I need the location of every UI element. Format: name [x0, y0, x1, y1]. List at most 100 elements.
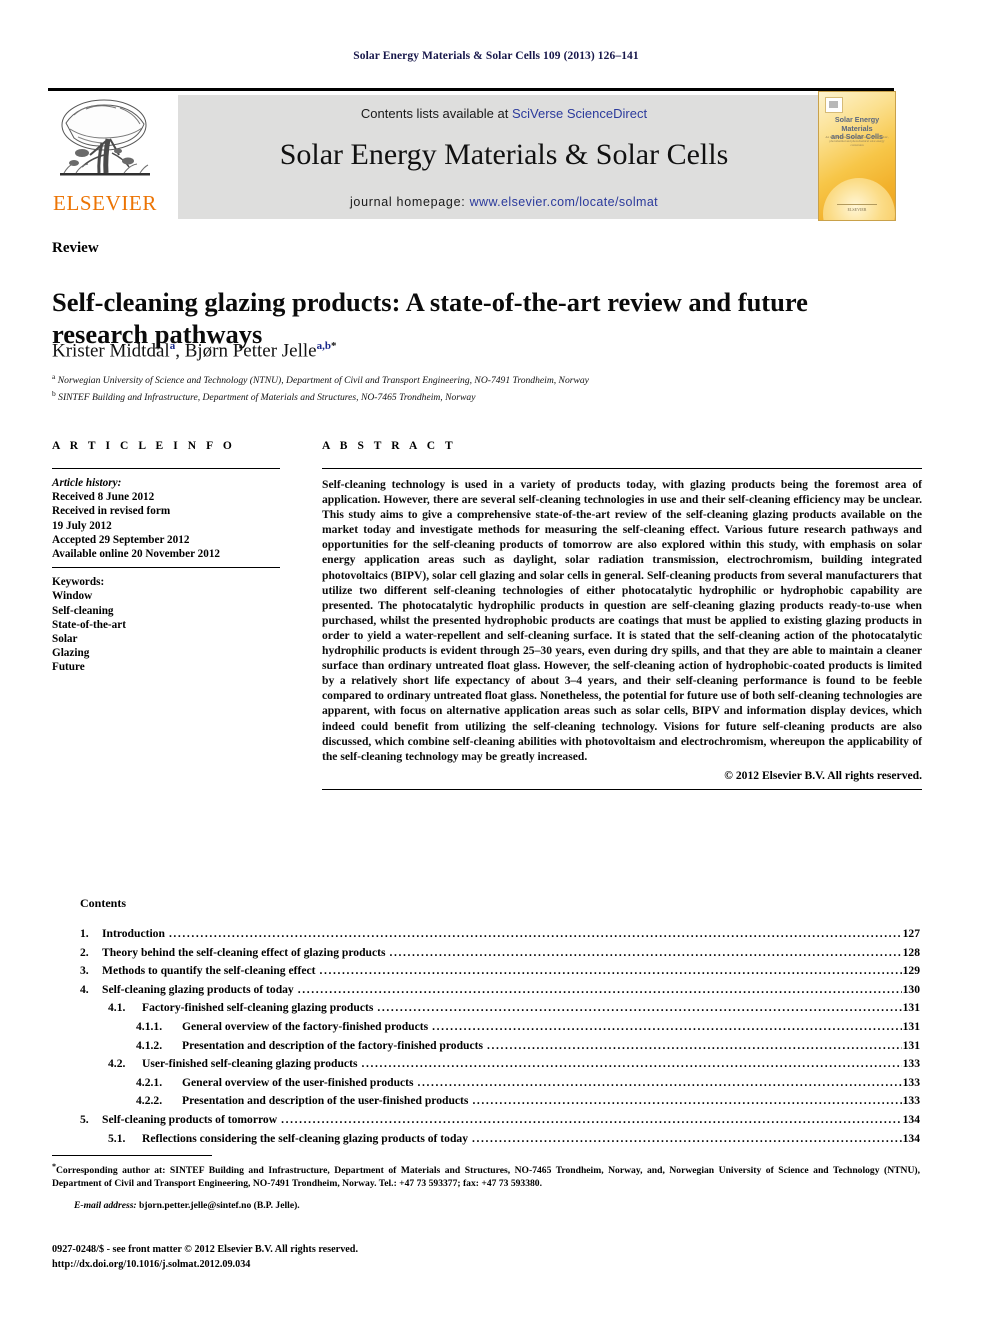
- cover-divider: [837, 204, 877, 205]
- toc-entry[interactable]: 4. Self-cleaning glazing products of toda…: [80, 981, 920, 1000]
- sciencedirect-link[interactable]: SciVerse ScienceDirect: [512, 106, 647, 121]
- article-type: Review: [52, 240, 99, 256]
- toc-entry-page: 131: [902, 1038, 920, 1052]
- toc-entry-page: 128: [902, 945, 920, 959]
- cover-footer-wordmark: ELSEVIER: [847, 207, 867, 212]
- article-history-item: 19 July 2012: [52, 519, 112, 532]
- affiliation-b: b SINTEF Building and Infrastructure, De…: [52, 387, 912, 404]
- keywords-label: Keywords:: [52, 576, 105, 589]
- journal-cover-thumbnail: Solar Energy Materials and Solar Cells A…: [818, 91, 896, 221]
- toc-leader-dots: ........................................…: [432, 1019, 901, 1033]
- toc-leader-dots: ........................................…: [377, 1001, 901, 1015]
- author-separator: ,: [175, 340, 185, 362]
- toc-entry-number: 4.1.2.: [136, 1038, 163, 1052]
- journal-article-first-page: Solar Energy Materials & Solar Cells 109…: [0, 0, 992, 1323]
- toc-leader-dots: ........................................…: [319, 964, 901, 978]
- toc-entry-number: 4.2.: [108, 1057, 126, 1071]
- doi-line[interactable]: http://dx.doi.org/10.1016/j.solmat.2012.…: [52, 1259, 250, 1270]
- toc-leader-dots: ........................................…: [472, 1094, 902, 1108]
- toc-entry-number: 3.: [80, 964, 89, 978]
- toc-entry-label: Self-cleaning glazing products of today: [102, 982, 294, 996]
- toc-leader-dots: ........................................…: [168, 927, 902, 940]
- toc-entry[interactable]: 4.2.1. General overview of the user-finis…: [80, 1074, 920, 1093]
- toc-entry-number: 4.1.: [108, 1001, 126, 1015]
- toc-entry-label: Factory-finished self-cleaning glazing p…: [142, 1001, 374, 1015]
- corresponding-author-mark: *: [330, 340, 337, 352]
- toc-entry-page: 130: [902, 982, 920, 996]
- abstract-section: A B S T R A C T Self-cleaning technology…: [322, 440, 922, 790]
- toc-entry-page: 134: [902, 1131, 920, 1145]
- toc-entry[interactable]: 4.1.1. General overview of the factory-fi…: [80, 1018, 920, 1037]
- keyword-item: Self-cleaning: [52, 604, 114, 617]
- table-of-contents: 1. Introduction..........................…: [80, 925, 920, 1148]
- toc-entry[interactable]: 5.1. Reflections considering the self-cle…: [80, 1130, 920, 1149]
- toc-entry[interactable]: 1. Introduction..........................…: [80, 925, 920, 944]
- affiliation-list: a Norwegian University of Science and Te…: [52, 370, 912, 404]
- toc-leader-dots: ........................................…: [389, 945, 902, 959]
- toc-entry[interactable]: 3. Methods to quantify the self-cleaning …: [80, 962, 920, 981]
- toc-entry[interactable]: 4.1.2. Presentation and description of th…: [80, 1037, 920, 1056]
- abstract-divider: [322, 468, 922, 469]
- elsevier-tree-icon: [52, 95, 158, 191]
- elsevier-logo: ELSEVIER: [48, 95, 162, 219]
- keyword-item: Window: [52, 590, 93, 603]
- keywords-block: Keywords: Window Self-cleaning State-of-…: [52, 575, 280, 674]
- toc-entry[interactable]: 4.1. Factory-finished self-cleaning glazi…: [80, 999, 920, 1018]
- article-history-label: Article history:: [52, 477, 122, 489]
- cover-elsevier-logo-icon: [825, 97, 843, 113]
- author-affiliation-mark-2: a,b: [316, 340, 331, 352]
- abstract-copyright: © 2012 Elsevier B.V. All rights reserved…: [724, 768, 922, 782]
- toc-leader-dots: ........................................…: [487, 1038, 902, 1052]
- toc-entry-label: User-finished self-cleaning glazing prod…: [142, 1057, 358, 1071]
- abstract-heading: A B S T R A C T: [322, 440, 457, 452]
- toc-entry-label: Introduction: [102, 927, 165, 940]
- abstract-bottom-divider: [322, 788, 922, 790]
- toc-entry[interactable]: 5. Self-cleaning products of tomorrow....…: [80, 1111, 920, 1130]
- toc-entry-label: Theory behind the self-cleaning effect o…: [102, 945, 386, 959]
- toc-entry-label: Presentation and description of the user…: [182, 1094, 469, 1108]
- toc-entry-page: 134: [902, 1112, 920, 1126]
- toc-entry[interactable]: 4.2. User-finished self-cleaning glazing …: [80, 1055, 920, 1074]
- toc-entry-number: 5.1.: [108, 1131, 126, 1145]
- article-history-item: Received in revised form: [52, 505, 171, 518]
- affiliation-text-b: SINTEF Building and Infrastructure, Depa…: [58, 392, 476, 404]
- journal-banner: Contents lists available at SciVerse Sci…: [178, 95, 830, 219]
- toc-entry[interactable]: 2. Theory behind the self-cleaning effect…: [80, 944, 920, 963]
- keyword-item: Future: [52, 661, 85, 674]
- article-history-item: Available online 20 November 2012: [52, 548, 221, 561]
- affiliation-a: a Norwegian University of Science and Te…: [52, 370, 912, 387]
- email-address[interactable]: bjorn.petter.jelle@sintef.no (B.P. Jelle…: [139, 1200, 300, 1211]
- journal-homepage-label: journal homepage:: [349, 195, 466, 209]
- article-info-divider: [52, 468, 280, 469]
- toc-entry-label: General overview of the user-finished pr…: [182, 1075, 414, 1089]
- contents-available-prefix: Contents lists available at: [360, 106, 509, 121]
- toc-leader-dots: ........................................…: [281, 1112, 902, 1126]
- elsevier-wordmark: ELSEVIER: [53, 191, 157, 215]
- footnote-divider: [52, 1155, 212, 1156]
- email-label: E-mail address:: [74, 1200, 137, 1211]
- toc-leader-dots: ........................................…: [297, 982, 902, 996]
- email-note: E-mail address: bjorn.petter.jelle@sinte…: [74, 1200, 874, 1211]
- journal-masthead: ELSEVIER Contents lists available at Sci…: [48, 88, 896, 221]
- toc-entry-label: Reflections considering the self-cleanin…: [142, 1131, 469, 1145]
- toc-entry-number: 4.1.1.: [136, 1019, 163, 1033]
- toc-leader-dots: ........................................…: [417, 1075, 902, 1089]
- toc-entry-page: 133: [902, 1075, 920, 1089]
- corresponding-author-note: *Corresponding author at: SINTEF Buildin…: [52, 1160, 920, 1191]
- affiliation-mark-b: b: [52, 389, 56, 399]
- toc-entry[interactable]: 4.2.2. Presentation and description of th…: [80, 1092, 920, 1111]
- toc-entry-page: 133: [902, 1057, 920, 1071]
- author-name-2[interactable]: Bjørn Petter Jelle: [185, 340, 317, 361]
- toc-leader-dots: ........................................…: [361, 1057, 902, 1071]
- issn-line: 0927-0248/$ - see front matter © 2012 El…: [52, 1244, 359, 1255]
- journal-homepage-link[interactable]: www.elsevier.com/locate/solmat: [470, 195, 658, 209]
- toc-entry-page: 133: [902, 1094, 920, 1108]
- toc-entry-page: 131: [902, 1001, 920, 1015]
- toc-entry-label: Methods to quantify the self-cleaning ef…: [102, 964, 316, 978]
- toc-entry-page: 131: [902, 1019, 920, 1033]
- toc-entry-number: 4.2.2.: [136, 1094, 163, 1108]
- cover-title-line1: Solar Energy Materials: [834, 115, 880, 133]
- author-name-1[interactable]: Krister Midtdal: [52, 340, 170, 361]
- toc-entry-label: General overview of the factory-finished…: [182, 1019, 429, 1033]
- affiliation-mark-a: a: [52, 372, 56, 381]
